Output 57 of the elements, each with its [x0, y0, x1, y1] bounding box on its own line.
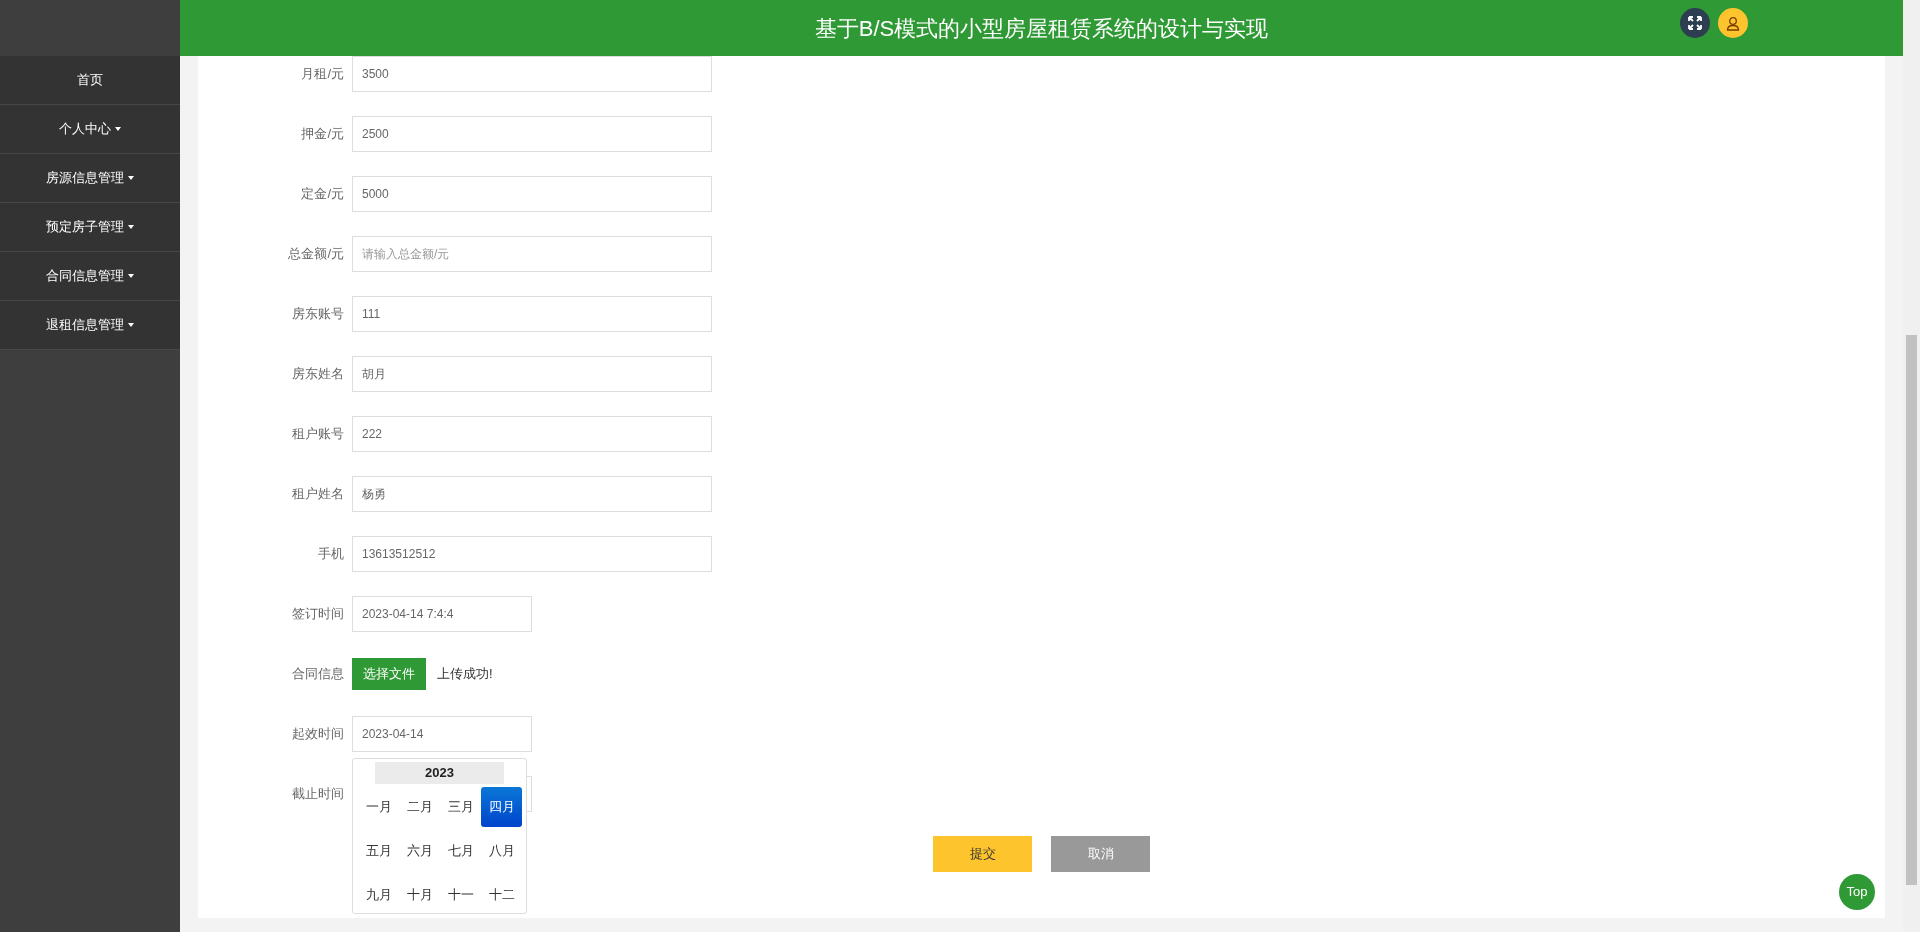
input-field[interactable]: 杨勇 [352, 476, 712, 512]
input-field[interactable]: 请输入总金额/元 [352, 236, 712, 272]
choose-file-button[interactable]: 选择文件 [352, 658, 426, 690]
caret-icon [128, 323, 134, 327]
month-option[interactable]: 四月 [481, 787, 522, 827]
sidebar-item[interactable]: 合同信息管理 [0, 252, 180, 301]
month-option[interactable]: 七月 [440, 831, 482, 871]
input-field[interactable]: 222 [352, 416, 712, 452]
input-field[interactable]: 3500 [352, 56, 712, 92]
caret-icon [128, 274, 134, 278]
field-label: 月租/元 [300, 65, 345, 84]
expand-icon [1687, 15, 1703, 31]
field-label: 租户姓名 [291, 485, 345, 504]
field-label: 租户账号 [291, 425, 345, 444]
field-label: 总金额/元 [287, 245, 345, 264]
sidebar-item[interactable]: 退租信息管理 [0, 301, 180, 350]
back-to-top-button[interactable]: Top [1839, 874, 1875, 910]
month-option[interactable]: 八月 [481, 831, 522, 871]
input-field[interactable]: 13613512512 [352, 536, 712, 572]
input-field[interactable]: 2500 [352, 116, 712, 152]
app-title: 基于B/S模式的小型房屋租赁系统的设计与实现 [814, 14, 1269, 43]
caret-icon [128, 225, 134, 229]
input-field[interactable]: 5000 [352, 176, 712, 212]
month-option[interactable]: 五月 [359, 831, 400, 871]
field-label: 房东姓名 [291, 365, 345, 384]
date-field[interactable]: 2023-04-14 7:4:4 [352, 596, 532, 632]
input-field[interactable]: 111 [352, 296, 712, 332]
field-label: 房东账号 [291, 305, 345, 324]
field-label: 押金/元 [300, 125, 345, 144]
caret-icon [128, 176, 134, 180]
field-label: 签订时间 [291, 605, 345, 624]
date-field[interactable]: 2023-04-14 [352, 716, 532, 752]
field-label: 合同信息 [291, 665, 345, 684]
month-option[interactable]: 三月 [440, 787, 482, 827]
fullscreen-button[interactable] [1680, 8, 1710, 38]
sidebar-item[interactable]: 首页 [0, 56, 180, 105]
month-option[interactable]: 十一 [440, 875, 482, 915]
sidebar-item[interactable]: 房源信息管理 [0, 154, 180, 203]
input-field[interactable]: 胡月 [352, 356, 712, 392]
field-label: 截止时间 [291, 785, 345, 804]
month-option[interactable]: 十二 [481, 875, 522, 915]
field-label: 定金/元 [300, 185, 345, 204]
field-label: 手机 [317, 545, 345, 564]
sidebar-item[interactable]: 个人中心 [0, 105, 180, 154]
month-option[interactable]: 十月 [399, 875, 441, 915]
month-option[interactable]: 六月 [399, 831, 441, 871]
month-option[interactable]: 二月 [399, 787, 441, 827]
year-label[interactable]: 2023 [375, 762, 504, 784]
field-label: 起效时间 [291, 725, 345, 744]
user-button[interactable] [1718, 8, 1748, 38]
month-option[interactable]: 九月 [359, 875, 400, 915]
sidebar-item[interactable]: 预定房子管理 [0, 203, 180, 252]
caret-icon [115, 127, 121, 131]
user-icon [1726, 15, 1740, 31]
month-option[interactable]: 一月 [359, 787, 400, 827]
upload-status: 上传成功! [437, 665, 493, 684]
submit-button[interactable]: 提交 [933, 836, 1032, 872]
